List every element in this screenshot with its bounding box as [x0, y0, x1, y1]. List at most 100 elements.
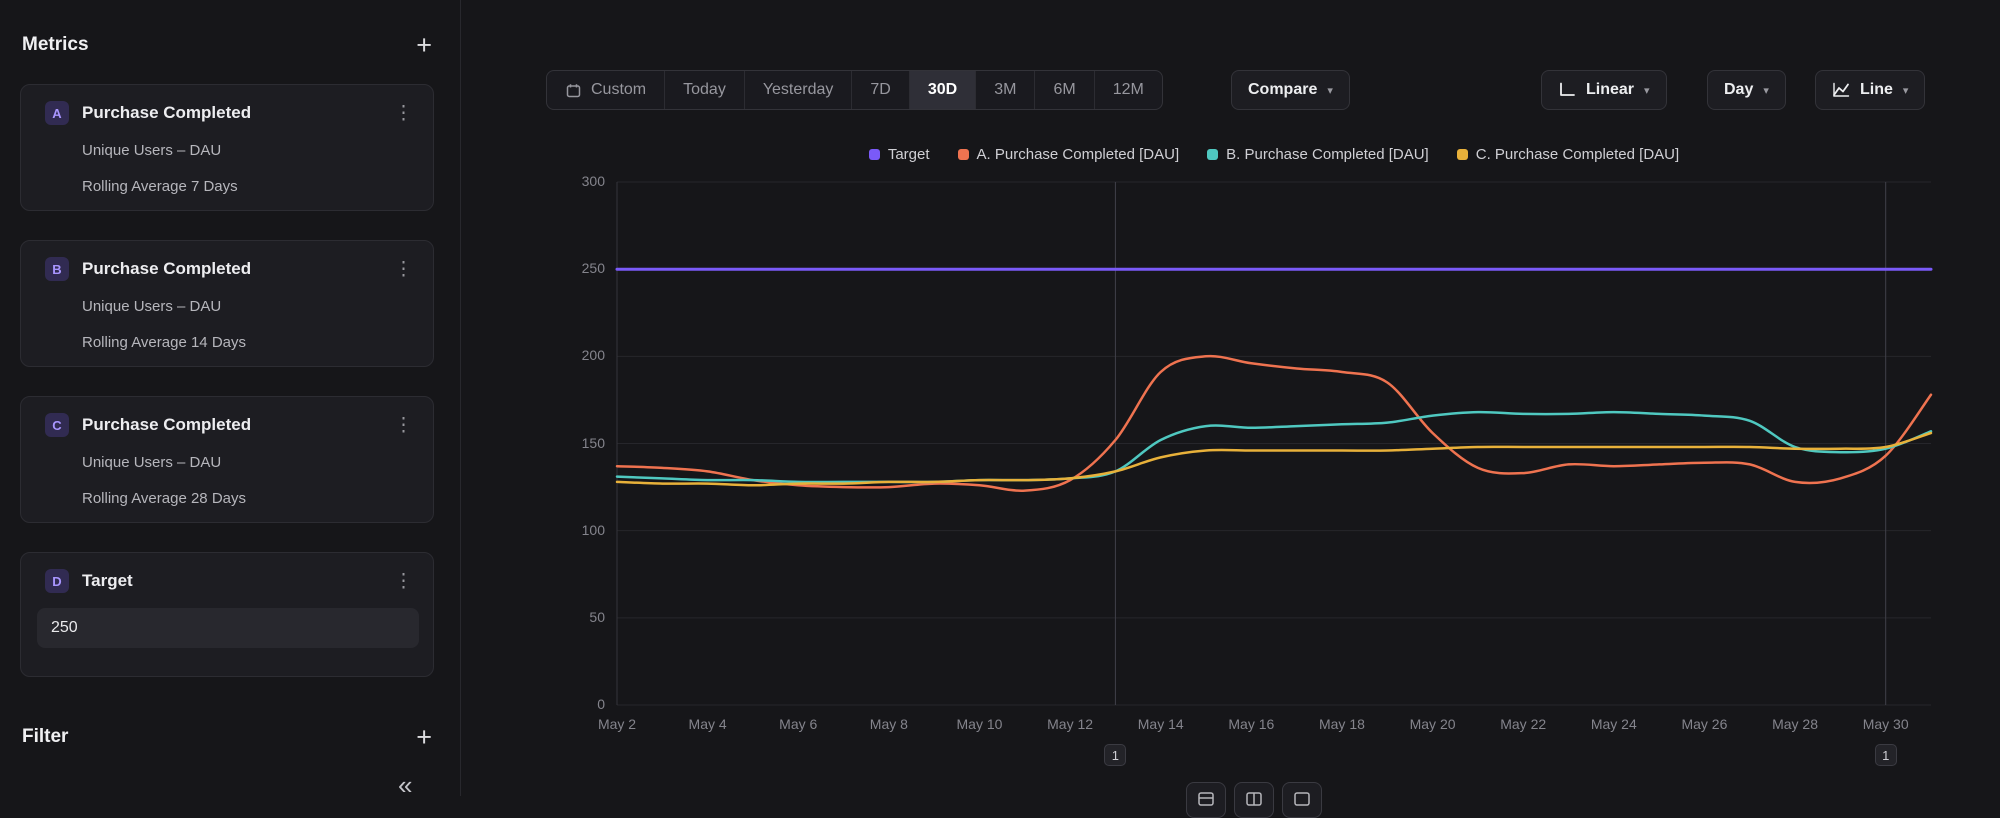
- x-axis-tick-label: May 16: [1206, 716, 1296, 732]
- x-axis-tick-label: May 4: [663, 716, 753, 732]
- granularity-button[interactable]: Day ▾: [1707, 70, 1786, 110]
- metric-measure[interactable]: Unique Users – DAU: [82, 298, 221, 315]
- range-12m-button[interactable]: 12M: [1095, 71, 1162, 109]
- compare-button[interactable]: Compare ▾: [1231, 70, 1350, 110]
- chevron-down-icon: ▾: [1327, 84, 1333, 97]
- scale-button[interactable]: Linear ▾: [1541, 70, 1667, 110]
- metric-title: Purchase Completed: [82, 103, 390, 123]
- metric-card-a[interactable]: A Purchase Completed ⋮ Unique Users – DA…: [20, 84, 434, 211]
- range-custom-label: Custom: [591, 81, 646, 99]
- metrics-heading: Metrics: [22, 34, 89, 56]
- range-yesterday-button[interactable]: Yesterday: [745, 71, 853, 109]
- target-card[interactable]: D Target ⋮: [20, 552, 434, 677]
- chart-plot-area[interactable]: [617, 182, 1931, 705]
- metric-measure[interactable]: Unique Users – DAU: [82, 142, 221, 159]
- chart-legend: Target A. Purchase Completed [DAU] B. Purc…: [617, 146, 1931, 163]
- chart-series-line: [617, 356, 1931, 491]
- chart-type-button[interactable]: Line ▾: [1815, 70, 1925, 110]
- calendar-icon: [565, 82, 582, 99]
- target-title: Target: [82, 571, 390, 591]
- add-filter-button[interactable]: +: [416, 724, 432, 751]
- metric-badge: C: [45, 413, 69, 437]
- y-axis-tick-label: 0: [543, 696, 605, 712]
- annotation-badge[interactable]: 1: [1875, 744, 1897, 766]
- metrics-header: Metrics +: [22, 30, 432, 60]
- line-chart-icon: [1832, 82, 1850, 98]
- chevron-down-icon: ▾: [1903, 84, 1909, 97]
- kebab-menu-icon[interactable]: ⋮: [390, 414, 417, 437]
- panel-icon: [1198, 792, 1214, 806]
- legend-swatch-icon: [1457, 149, 1468, 160]
- y-axis-tick-label: 250: [543, 260, 605, 276]
- expand-icon: [1294, 792, 1310, 806]
- metric-title: Purchase Completed: [82, 415, 390, 435]
- range-30d-button[interactable]: 30D: [910, 71, 976, 109]
- add-metric-button[interactable]: +: [416, 32, 432, 59]
- metric-badge: B: [45, 257, 69, 281]
- sidebar: Metrics + A Purchase Completed ⋮ Unique …: [0, 0, 461, 796]
- y-axis-tick-label: 200: [543, 347, 605, 363]
- chart-type-label: Line: [1860, 81, 1893, 99]
- metric-badge: A: [45, 101, 69, 125]
- kebab-menu-icon[interactable]: ⋮: [390, 570, 417, 593]
- annotation-badge[interactable]: 1: [1104, 744, 1126, 766]
- scale-label: Linear: [1586, 81, 1634, 99]
- collapse-sidebar-button[interactable]: «: [398, 772, 412, 798]
- x-axis-tick-label: May 10: [934, 716, 1024, 732]
- metric-card-c[interactable]: C Purchase Completed ⋮ Unique Users – DA…: [20, 396, 434, 523]
- chevron-down-icon: ▾: [1763, 84, 1769, 97]
- x-axis-tick-label: May 26: [1659, 716, 1749, 732]
- range-3m-button[interactable]: 3M: [976, 71, 1035, 109]
- x-axis-tick-label: May 18: [1297, 716, 1387, 732]
- metric-card-header: B Purchase Completed ⋮: [45, 257, 417, 281]
- axis-scale-icon: [1558, 82, 1576, 98]
- legend-swatch-icon: [1207, 149, 1218, 160]
- legend-item[interactable]: Target: [869, 146, 930, 163]
- range-7d-button[interactable]: 7D: [852, 71, 909, 109]
- legend-item[interactable]: B. Purchase Completed [DAU]: [1207, 146, 1429, 163]
- range-today-button[interactable]: Today: [665, 71, 745, 109]
- legend-item[interactable]: C. Purchase Completed [DAU]: [1457, 146, 1679, 163]
- metric-rolling-average[interactable]: Rolling Average 14 Days: [82, 334, 246, 351]
- legend-label: Target: [888, 146, 930, 163]
- legend-label: A. Purchase Completed [DAU]: [977, 146, 1180, 163]
- y-axis-tick-label: 300: [543, 173, 605, 189]
- chevron-down-icon: ▾: [1644, 84, 1650, 97]
- legend-swatch-icon: [958, 149, 969, 160]
- chart-series-line: [617, 433, 1931, 485]
- legend-swatch-icon: [869, 149, 880, 160]
- x-axis-tick-label: May 2: [572, 716, 662, 732]
- x-axis-tick-label: May 12: [1025, 716, 1115, 732]
- metric-rolling-average[interactable]: Rolling Average 28 Days: [82, 490, 246, 507]
- metric-card-b[interactable]: B Purchase Completed ⋮ Unique Users – DA…: [20, 240, 434, 367]
- y-axis-tick-label: 150: [543, 435, 605, 451]
- metric-badge: D: [45, 569, 69, 593]
- x-axis-tick-label: May 24: [1569, 716, 1659, 732]
- range-6m-button[interactable]: 6M: [1035, 71, 1094, 109]
- footer-tool-button-1[interactable]: [1186, 782, 1226, 818]
- footer-tool-button-3[interactable]: [1282, 782, 1322, 818]
- legend-item[interactable]: A. Purchase Completed [DAU]: [958, 146, 1180, 163]
- target-value-input[interactable]: [37, 608, 419, 648]
- y-axis-tick-label: 50: [543, 609, 605, 625]
- kebab-menu-icon[interactable]: ⋮: [390, 258, 417, 281]
- y-axis-tick-label: 100: [543, 522, 605, 538]
- x-axis-tick-label: May 30: [1841, 716, 1931, 732]
- x-axis-tick-label: May 8: [844, 716, 934, 732]
- date-range-group: Custom Today Yesterday 7D 30D 3M 6M 12M: [546, 70, 1163, 110]
- granularity-label: Day: [1724, 81, 1753, 99]
- footer-tool-button-2[interactable]: [1234, 782, 1274, 818]
- x-axis-tick-label: May 6: [753, 716, 843, 732]
- table-icon: [1246, 792, 1262, 806]
- metric-card-header: C Purchase Completed ⋮: [45, 413, 417, 437]
- filter-header: Filter +: [22, 722, 432, 752]
- legend-label: B. Purchase Completed [DAU]: [1226, 146, 1429, 163]
- x-axis-tick-label: May 14: [1116, 716, 1206, 732]
- metric-measure[interactable]: Unique Users – DAU: [82, 454, 221, 471]
- legend-label: C. Purchase Completed [DAU]: [1476, 146, 1679, 163]
- metric-title: Purchase Completed: [82, 259, 390, 279]
- range-custom-button[interactable]: Custom: [547, 71, 665, 109]
- kebab-menu-icon[interactable]: ⋮: [390, 102, 417, 125]
- metric-rolling-average[interactable]: Rolling Average 7 Days: [82, 178, 238, 195]
- metric-card-header: A Purchase Completed ⋮: [45, 101, 417, 125]
